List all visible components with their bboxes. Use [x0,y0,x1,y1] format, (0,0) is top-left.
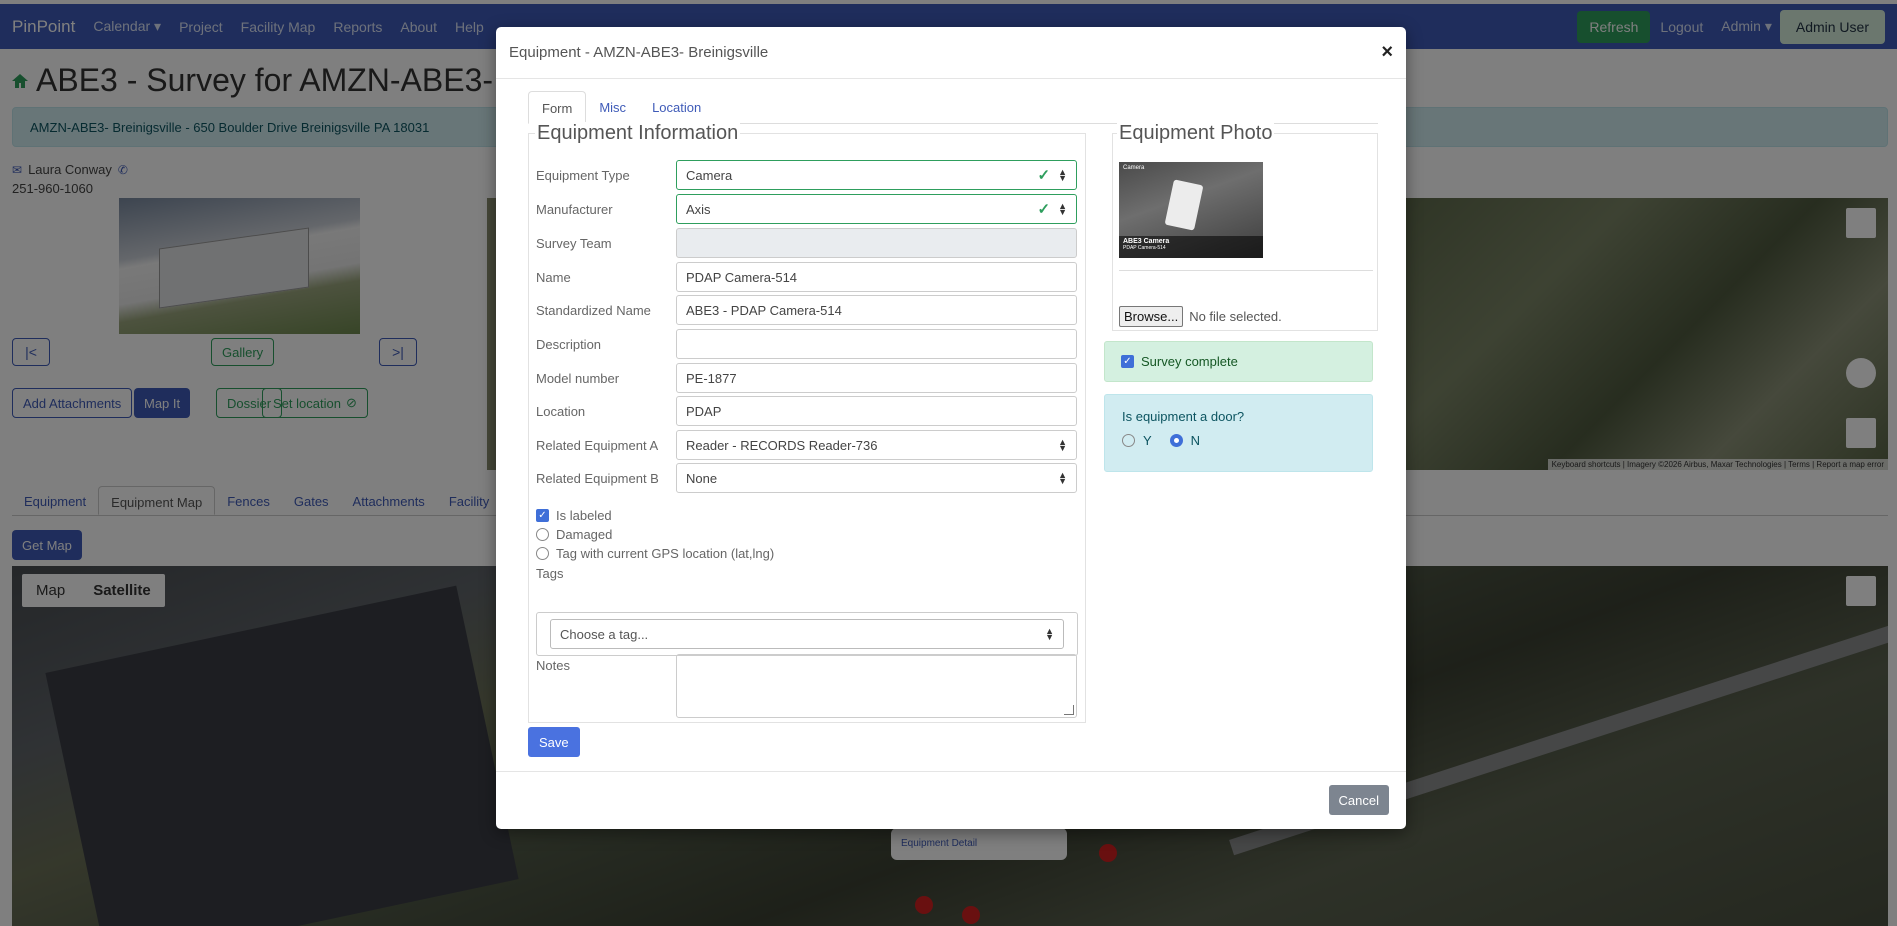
save-button[interactable]: Save [528,727,580,757]
tags-label: Tags [536,566,564,581]
radio-unchecked-icon[interactable] [536,547,549,560]
damaged-radio[interactable]: Damaged [536,527,612,542]
tags-container: Choose a tag... ▲ ▼ [536,612,1078,656]
equipment-photo-fieldset: Equipment Photo Camera ABE3 Camera PDAP … [1112,122,1378,331]
is-labeled-checkbox[interactable]: ✓ Is labeled [536,508,612,523]
door-no-label: N [1190,433,1201,448]
no-file-text: No file selected. [1189,309,1282,324]
equipment-type-select[interactable]: Camera ✓ ▲ ▼ [676,160,1077,190]
survey-team-label: Survey Team [536,235,612,251]
valid-check-icon: ✓ [1037,201,1051,218]
equipment-photo-legend: Equipment Photo [1117,122,1275,145]
door-no-radio[interactable] [1169,434,1183,447]
select-arrows-icon: ▲ ▼ [1058,470,1067,486]
standardized-name-label: Standardized Name [536,302,651,318]
name-label: Name [536,269,571,285]
equipment-information-fieldset: Equipment Information Equipment Type Cam… [528,122,1086,723]
door-question-box: Is equipment a door? Y N [1104,394,1373,472]
modal-title: Equipment - AMZN-ABE3- Breinigsville [509,44,769,61]
photo-caption: ABE3 Camera PDAP Camera-514 [1119,236,1263,258]
select-arrows-icon: ▲ ▼ [1045,626,1054,642]
modal-tabs: Form Misc Location [528,91,1378,124]
equipment-information-legend: Equipment Information [535,122,741,145]
equipment-modal: Equipment - AMZN-ABE3- Breinigsville × F… [496,27,1406,829]
browse-button[interactable]: Browse... [1119,306,1184,327]
modal-header: Equipment - AMZN-ABE3- Breinigsville × [496,27,1406,79]
valid-check-icon: ✓ [1037,167,1051,184]
radio-unchecked-icon[interactable] [536,528,549,541]
tag-gps-radio[interactable]: Tag with current GPS location (lat,lng) [536,546,774,561]
equipment-photo[interactable]: Camera ABE3 Camera PDAP Camera-514 [1119,162,1263,258]
select-arrows-icon: ▲ ▼ [1058,201,1067,217]
description-label: Description [536,336,602,352]
related-equipment-b-label: Related Equipment B [536,470,659,486]
model-number-field[interactable]: PE-1877 [676,363,1077,393]
description-field[interactable] [676,329,1077,359]
tab-form[interactable]: Form [528,91,587,124]
survey-team-field [676,228,1077,258]
related-equipment-a-label: Related Equipment A [536,437,659,453]
notes-label: Notes [536,658,570,673]
tab-location[interactable]: Location [639,91,714,123]
related-equipment-b-select[interactable]: None ▲ ▼ [676,463,1077,493]
standardized-name-field[interactable]: ABE3 - PDAP Camera-514 [676,295,1077,325]
resize-handle-icon[interactable] [1064,705,1074,715]
manufacturer-label: Manufacturer [536,201,613,217]
equipment-type-label: Equipment Type [536,167,630,183]
select-arrows-icon: ▲ ▼ [1058,167,1067,183]
checkbox-checked-icon[interactable]: ✓ [536,509,549,522]
close-icon[interactable]: × [1381,41,1393,64]
related-equipment-a-select[interactable]: Reader - RECORDS Reader-736 ▲ ▼ [676,430,1077,460]
model-number-label: Model number [536,370,620,386]
survey-complete-checkbox[interactable]: ✓ [1121,355,1134,368]
photo-corner-label: Camera [1123,165,1145,171]
modal-body: Form Misc Location Equipment Information… [528,91,1378,723]
door-yes-label: Y [1143,433,1152,448]
notes-textarea[interactable] [676,654,1077,718]
door-yes-radio[interactable] [1122,434,1135,447]
modal-footer: Cancel [496,771,1406,829]
cancel-button[interactable]: Cancel [1328,785,1389,815]
name-field[interactable]: PDAP Camera-514 [676,262,1077,292]
tags-select[interactable]: Choose a tag... ▲ ▼ [550,619,1064,649]
survey-complete-label: Survey complete [1141,354,1238,369]
door-question: Is equipment a door? [1122,409,1245,424]
survey-complete-box: ✓ Survey complete [1104,341,1373,382]
tab-misc[interactable]: Misc [586,91,639,123]
select-arrows-icon: ▲ ▼ [1058,437,1067,453]
location-label: Location [536,403,586,419]
location-field[interactable]: PDAP [676,396,1077,426]
file-upload: Browse... No file selected. [1119,306,1282,327]
manufacturer-select[interactable]: Axis ✓ ▲ ▼ [676,194,1077,224]
